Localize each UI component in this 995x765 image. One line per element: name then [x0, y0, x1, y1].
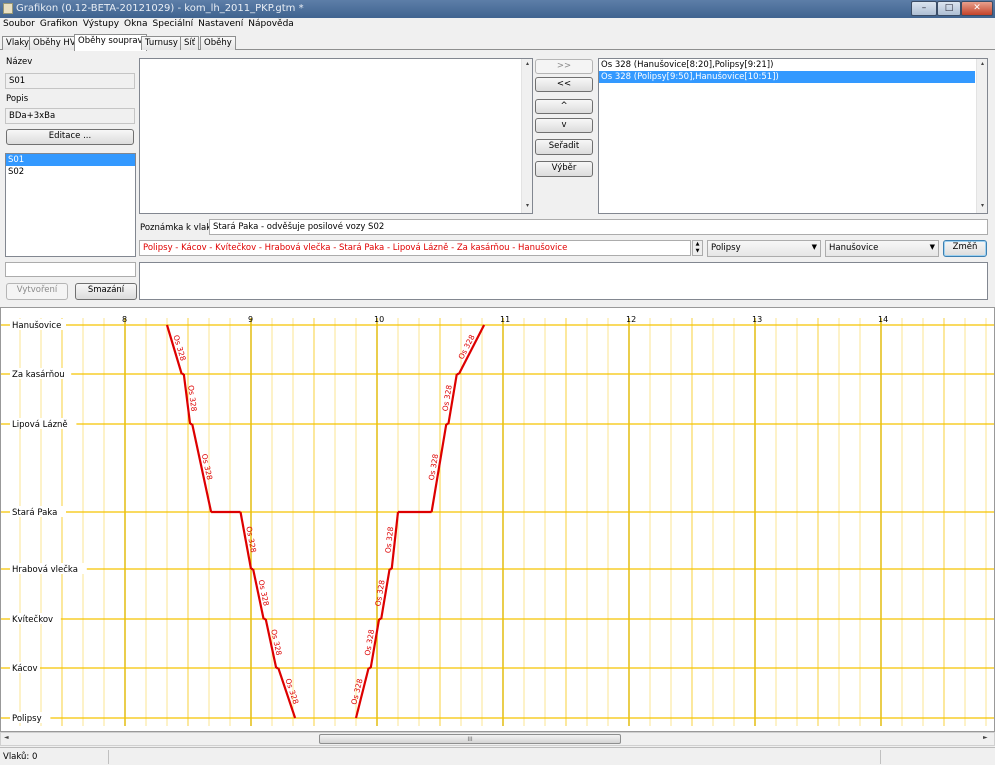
hour-label: 14 [878, 315, 888, 324]
route-spinner[interactable]: ▲ ▼ [692, 240, 703, 256]
name-label: Název [6, 57, 33, 67]
list-item[interactable]: Os 328 (Polipsy[9:50],Hanušovice[10:51]) [599, 71, 975, 83]
scroll-up-icon[interactable]: ▴ [522, 60, 532, 70]
station-label: Za kasárňou [12, 369, 65, 380]
sort-button[interactable]: Seřadit [535, 139, 593, 155]
delete-button[interactable]: Smazání [75, 283, 137, 300]
move-up-button[interactable]: ^ [535, 99, 593, 114]
change-button[interactable]: Změň [943, 240, 987, 257]
menu-bar: Soubor Grafikon Výstupy Okna Speciální Nastav… [0, 18, 995, 34]
scroll-left-icon[interactable]: ◄ [4, 734, 9, 741]
remove-train-button[interactable]: << [535, 77, 593, 92]
menu-grafikon[interactable]: Grafikon [37, 18, 80, 29]
scroll-up-icon[interactable]: ▴ [977, 60, 987, 70]
train-graph[interactable]: 8 9 10 11 12 13 14 Hanušovice Za kasárňou Lipová … [0, 307, 995, 732]
hour-label: 9 [248, 315, 253, 324]
maximize-icon[interactable]: □ [937, 1, 961, 16]
new-circulation-input[interactable] [5, 262, 136, 277]
list-item[interactable]: Os 328 (Hanušovice[8:20],Polipsy[9:21]) [599, 59, 975, 71]
chevron-down-icon: ▼ [811, 243, 817, 251]
description-label: Popis [6, 94, 29, 104]
available-trains-scrollbar[interactable]: ▴ ▾ [521, 59, 532, 213]
window-title: Grafikon (0.12-BETA-20121029) - kom_lh_2… [16, 3, 304, 14]
add-train-button[interactable]: >> [535, 59, 593, 74]
station-label: Polipsy [12, 714, 42, 724]
tab-sit[interactable]: Síť [180, 36, 200, 50]
spinner-down-icon[interactable]: ▼ [693, 248, 702, 255]
trains-count: Vlaků: 0 [3, 752, 38, 762]
move-down-button[interactable]: v [535, 118, 593, 133]
select-button[interactable]: Výběr [535, 161, 593, 177]
tab-obehy[interactable]: Oběhy [200, 36, 236, 50]
hour-label: 12 [626, 315, 636, 324]
note-field[interactable]: Stará Paka - odvěšuje posilové vozy S02 [209, 219, 988, 235]
to-station-value: Hanušovice [829, 243, 879, 253]
menu-nastaveni[interactable]: Nastavení [195, 18, 245, 29]
hour-label: 10 [374, 315, 384, 324]
hour-label: 11 [500, 315, 510, 324]
route-field[interactable]: Polipsy - Kácov - Kvítečkov - Hrabová vl… [139, 240, 691, 256]
menu-okna[interactable]: Okna [121, 18, 150, 29]
station-label: Hanušovice [12, 320, 61, 331]
tab-bar: Vlaky Oběhy HV Oběhy souprav Turnusy Síť… [0, 34, 995, 51]
from-station-select[interactable]: Polipsy ▼ [707, 240, 821, 257]
menu-specialni[interactable]: Speciální [150, 18, 196, 29]
status-bar: Vlaků: 0 [0, 747, 995, 765]
hour-label: 13 [752, 315, 762, 324]
edit-button[interactable]: Editace ... [6, 129, 134, 145]
menu-napoveda[interactable]: Nápověda [245, 18, 296, 29]
create-button[interactable]: Vytvoření [6, 283, 68, 300]
circulation-trains-scrollbar[interactable]: ▴ ▾ [976, 59, 987, 213]
note-label: Poznámka k vlaku: [140, 223, 220, 233]
chevron-down-icon: ▼ [929, 243, 935, 251]
hour-label: 8 [122, 315, 127, 324]
available-trains-list[interactable]: ▴ ▾ [139, 58, 533, 214]
tab-obehy-souprav[interactable]: Oběhy souprav [74, 34, 147, 51]
scroll-right-icon[interactable]: ► [983, 734, 988, 741]
train-graph-canvas[interactable]: 8 9 10 11 12 13 14 Hanušovice Za kasárňou Lipová … [1, 308, 994, 731]
tab-turnusy[interactable]: Turnusy [141, 36, 182, 50]
list-item[interactable]: S02 [6, 166, 135, 178]
circulation-list[interactable]: S01 S02 [5, 153, 136, 257]
name-field[interactable]: S01 [5, 73, 135, 89]
info-area[interactable] [139, 262, 988, 300]
station-label: Kácov [12, 664, 38, 674]
scroll-down-icon[interactable]: ▾ [522, 202, 532, 212]
scroll-down-icon[interactable]: ▾ [977, 202, 987, 212]
menu-soubor[interactable]: Soubor [0, 18, 37, 29]
station-label: Hrabová vlečka [12, 564, 78, 575]
station-label: Kvítečkov [12, 614, 53, 625]
title-bar: Grafikon (0.12-BETA-20121029) - kom_lh_2… [0, 0, 995, 18]
list-item[interactable]: S01 [6, 154, 135, 166]
description-field[interactable]: BDa+3xBa [5, 108, 135, 124]
tab-obehy-hv[interactable]: Oběhy HV [29, 36, 80, 50]
station-label: Stará Paka [12, 508, 57, 518]
scroll-thumb[interactable]: III [319, 734, 621, 744]
circulation-trains-list[interactable]: Os 328 (Hanušovice[8:20],Polipsy[9:21]) … [598, 58, 988, 214]
to-station-select[interactable]: Hanušovice ▼ [825, 240, 939, 257]
station-label: Lipová Lázně [12, 420, 68, 430]
app-icon [3, 3, 13, 14]
status-divider [108, 750, 109, 764]
menu-vystupy[interactable]: Výstupy [80, 18, 121, 29]
horizontal-scrollbar[interactable]: ◄ III ► [0, 732, 995, 746]
spinner-up-icon[interactable]: ▲ [693, 241, 702, 248]
status-divider [880, 750, 881, 764]
close-icon[interactable]: ✕ [961, 1, 993, 16]
minimize-icon[interactable]: – [911, 1, 937, 16]
from-station-value: Polipsy [711, 243, 741, 253]
